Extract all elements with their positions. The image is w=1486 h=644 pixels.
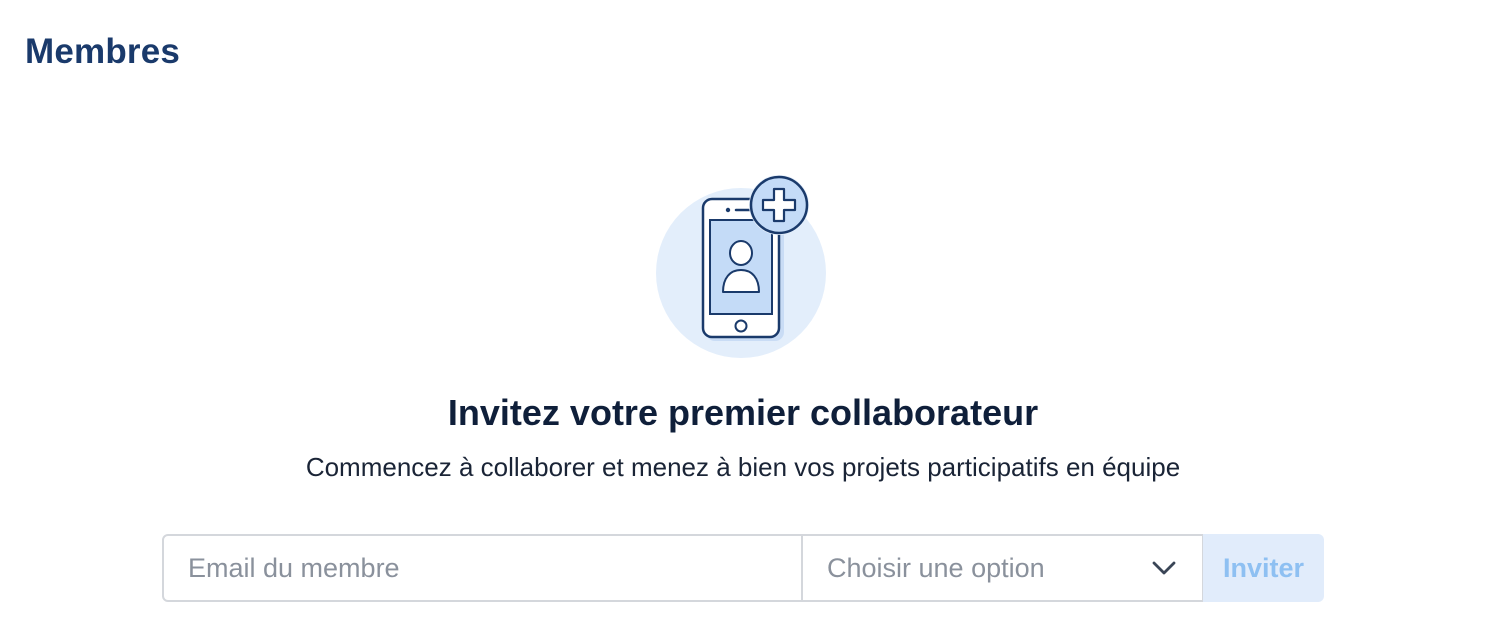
members-page: Membres Invitez votre premier collaborat…	[0, 0, 1486, 644]
page-title: Membres	[25, 32, 181, 71]
email-input[interactable]	[162, 534, 802, 602]
invite-form: Choisir une option Inviter	[162, 534, 1324, 602]
invite-button[interactable]: Inviter	[1203, 534, 1324, 602]
empty-state-subtitle: Commencez à collaborer et menez à bien v…	[305, 452, 1181, 482]
chevron-down-icon	[1150, 558, 1178, 578]
role-select[interactable]: Choisir une option	[802, 534, 1203, 602]
role-select-value: Choisir une option	[827, 552, 1045, 583]
empty-state-title: Invitez votre premier collaborateur	[447, 392, 1039, 433]
phone-add-user-icon	[650, 170, 835, 365]
